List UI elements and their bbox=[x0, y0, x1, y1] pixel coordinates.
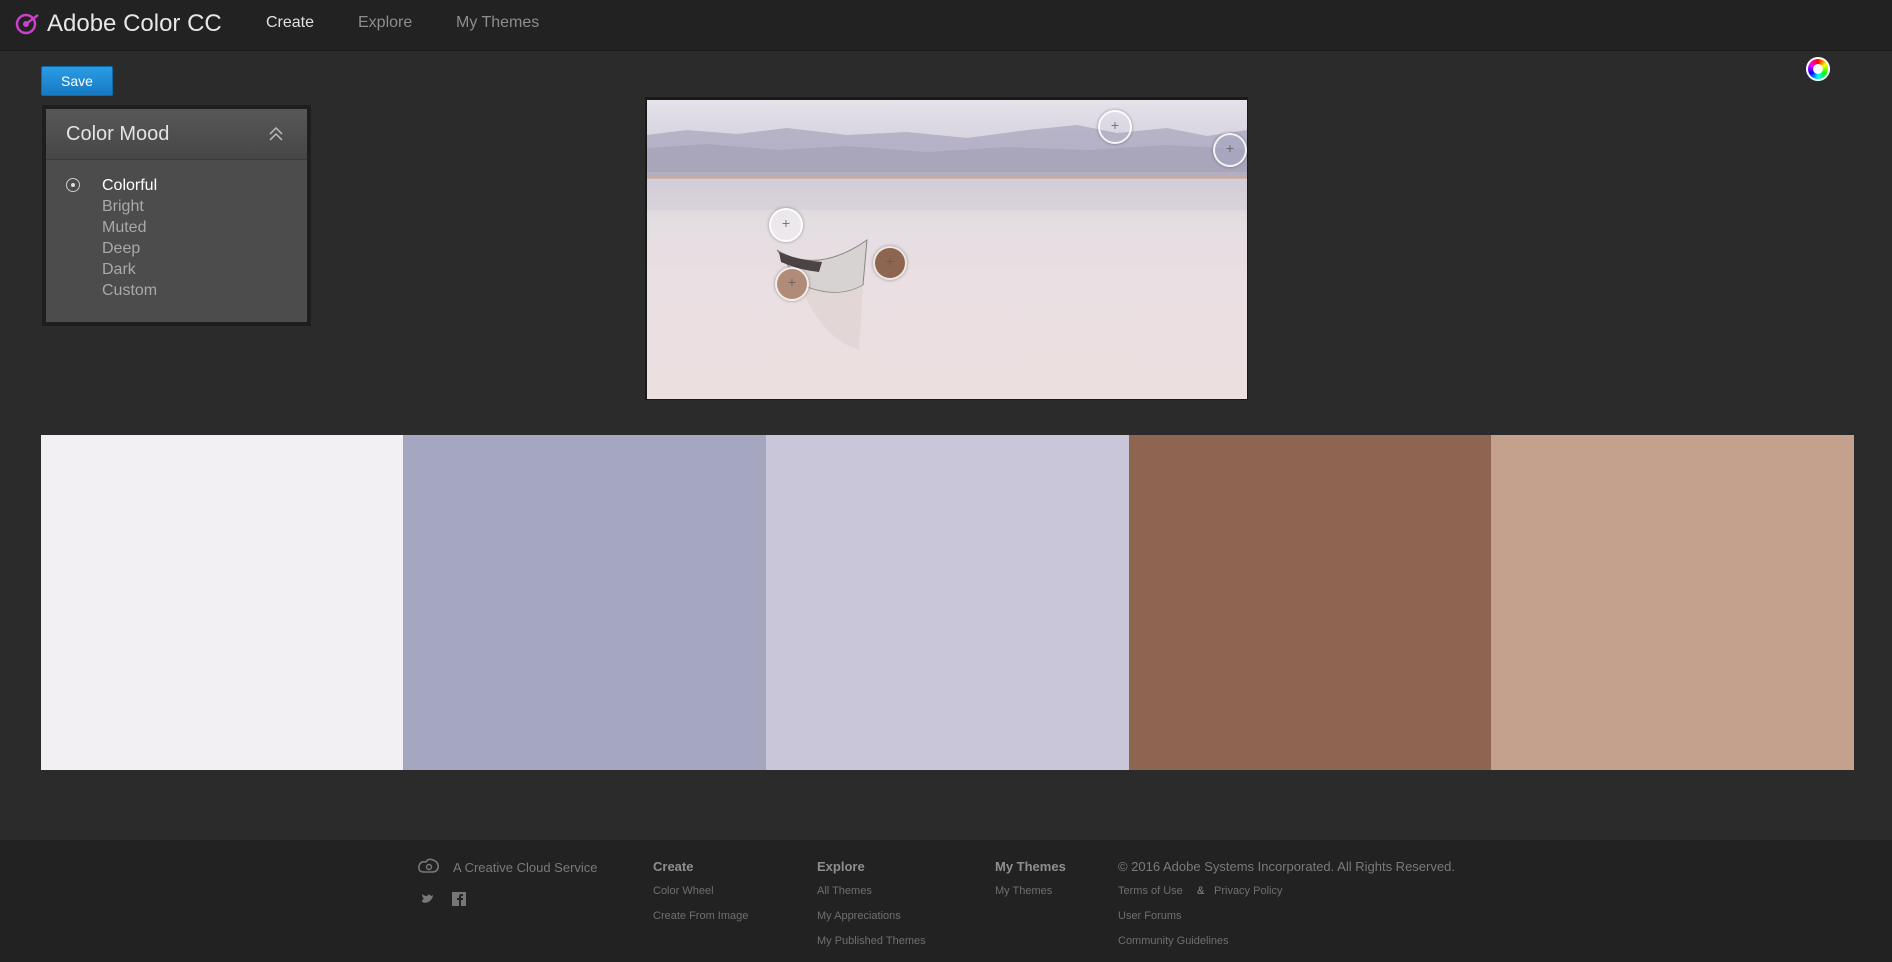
color-wheel-icon[interactable] bbox=[1806, 57, 1830, 81]
mood-option-dark[interactable]: Dark bbox=[66, 259, 157, 280]
footer-link-my-published-themes[interactable]: My Published Themes bbox=[817, 935, 926, 947]
top-nav-bar: Adobe Color CC Create Explore My Themes bbox=[0, 0, 1892, 51]
color-swatch-4[interactable] bbox=[1129, 435, 1491, 770]
footer-link-terms[interactable]: Terms of Use bbox=[1118, 885, 1183, 897]
footer-link-color-wheel[interactable]: Color Wheel bbox=[653, 885, 714, 897]
footer-link-privacy[interactable]: Privacy Policy bbox=[1214, 885, 1282, 897]
mood-option-custom[interactable]: Custom bbox=[66, 280, 157, 301]
mood-option-label: Muted bbox=[102, 219, 147, 236]
footer-link-community-guidelines[interactable]: Community Guidelines bbox=[1118, 935, 1229, 947]
nav-create[interactable]: Create bbox=[266, 14, 314, 32]
mood-option-colorful[interactable]: Colorful bbox=[66, 175, 157, 196]
app-title[interactable]: Adobe Color CC bbox=[47, 10, 222, 38]
save-button[interactable]: Save bbox=[41, 66, 113, 96]
mood-option-label: Bright bbox=[102, 198, 144, 215]
nav-explore[interactable]: Explore bbox=[358, 14, 412, 32]
footer-link-user-forums[interactable]: User Forums bbox=[1118, 910, 1182, 922]
color-swatch-3[interactable] bbox=[766, 435, 1129, 770]
footer-heading-create: Create bbox=[653, 859, 694, 874]
copyright-text: © 2016 Adobe Systems Incorporated. All R… bbox=[1118, 859, 1455, 874]
mood-option-label: Colorful bbox=[102, 177, 158, 194]
color-mood-title: Color Mood bbox=[66, 123, 170, 145]
mood-option-label: Dark bbox=[102, 261, 136, 278]
mood-option-bright[interactable]: Bright bbox=[66, 196, 157, 217]
color-mood-header[interactable]: Color Mood bbox=[46, 109, 307, 160]
color-picker-handle-5[interactable] bbox=[775, 267, 809, 301]
color-swatch-1[interactable] bbox=[41, 435, 403, 770]
footer-link-my-appreciations[interactable]: My Appreciations bbox=[817, 910, 901, 922]
source-photo bbox=[647, 100, 1247, 399]
creative-cloud-icon[interactable] bbox=[418, 858, 440, 874]
color-mood-panel: Color Mood Colorful Bright Muted Deep Da… bbox=[42, 105, 311, 326]
color-picker-handle-1[interactable] bbox=[1098, 110, 1132, 144]
footer-ampersand: & bbox=[1197, 885, 1205, 897]
footer-link-my-themes[interactable]: My Themes bbox=[995, 885, 1052, 897]
mood-option-label: Custom bbox=[102, 282, 158, 299]
mood-option-deep[interactable]: Deep bbox=[66, 238, 157, 259]
collapse-chevron-icon[interactable] bbox=[267, 125, 285, 143]
color-mood-options: Colorful Bright Muted Deep Dark Custom bbox=[66, 175, 157, 301]
footer: A Creative Cloud Service Create Color Wh… bbox=[0, 840, 1892, 962]
nav-my-themes[interactable]: My Themes bbox=[456, 14, 539, 32]
footer-link-all-themes[interactable]: All Themes bbox=[817, 885, 872, 897]
twitter-icon[interactable] bbox=[421, 893, 434, 905]
footer-heading-explore: Explore bbox=[817, 859, 865, 874]
creative-cloud-text: A Creative Cloud Service bbox=[453, 860, 598, 875]
mood-option-label: Deep bbox=[102, 240, 141, 257]
color-target-icon[interactable] bbox=[14, 11, 40, 37]
color-picker-handle-2[interactable] bbox=[1213, 133, 1247, 167]
footer-link-create-from-image[interactable]: Create From Image bbox=[653, 910, 748, 922]
mood-option-muted[interactable]: Muted bbox=[66, 217, 157, 238]
color-picker-handle-4[interactable] bbox=[873, 246, 907, 280]
facebook-icon[interactable] bbox=[452, 892, 466, 906]
color-swatch-5[interactable] bbox=[1491, 435, 1854, 770]
color-picker-handle-3[interactable] bbox=[769, 208, 803, 242]
color-swatch-2[interactable] bbox=[403, 435, 766, 770]
photo-mountains bbox=[647, 125, 1247, 210]
footer-heading-my-themes: My Themes bbox=[995, 859, 1066, 874]
boat-shape bbox=[776, 238, 868, 350]
radio-selected-icon[interactable] bbox=[66, 178, 80, 192]
